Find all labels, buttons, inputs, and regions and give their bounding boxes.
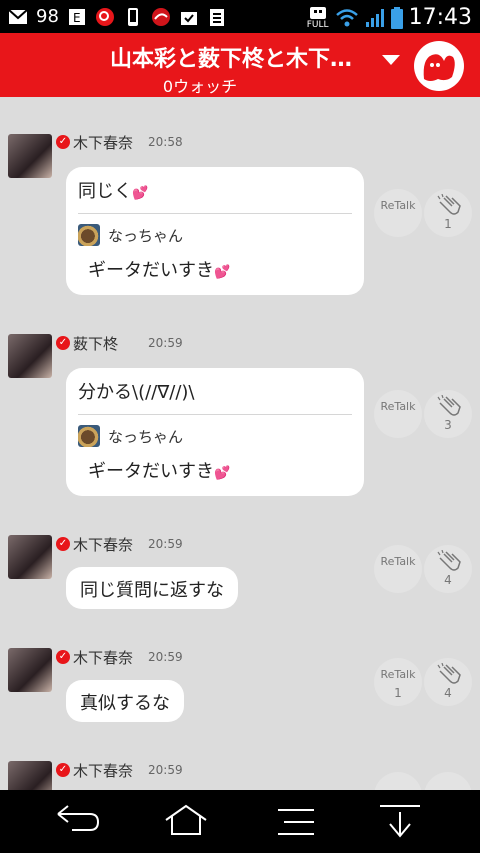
retalk-button[interactable]: ReTalk (374, 189, 422, 237)
avatar[interactable] (8, 648, 52, 692)
heart-emoji: 💕 (214, 265, 231, 280)
quote-text: ギータだいすき (88, 461, 214, 482)
chevron-down-icon[interactable] (381, 53, 401, 67)
network-label: FULL (306, 19, 329, 30)
avatar[interactable] (8, 761, 52, 790)
svg-text:E: E (73, 11, 81, 25)
status-bar: 98 E FULL 17:43 (0, 0, 480, 33)
heart-emoji: 💕 (214, 466, 231, 481)
quote-avatar (78, 425, 100, 447)
clap-hands-icon (437, 550, 461, 571)
verified-check-icon: ✓ (56, 336, 70, 350)
clipboard-icon (209, 8, 224, 26)
battery-percent-text: 98 (36, 6, 59, 27)
gmail-icon (8, 8, 28, 24)
quoted-message[interactable]: なっちゃん ギータだいすき💕 (78, 213, 352, 282)
quote-name: なっちゃん (108, 427, 184, 446)
battery-icon (390, 6, 403, 29)
chat-title[interactable]: 山本彩と薮下柊と木下… (110, 41, 370, 73)
message-time: 20:59 (148, 650, 183, 664)
avatar[interactable] (8, 134, 52, 178)
sender-name[interactable]: 木下春奈 (73, 647, 133, 668)
verified-check-icon: ✓ (56, 135, 70, 149)
retalk-button[interactable]: ReTalk 1 (374, 658, 422, 706)
retalk-label: ReTalk (380, 400, 416, 413)
retalk-button[interactable] (374, 772, 422, 790)
retalk-count: 1 (394, 686, 402, 700)
avatar[interactable] (8, 334, 52, 378)
message-text: 分かる\(//∇//)\ (78, 382, 195, 403)
message-bubble[interactable]: 分かる\(//∇//)\ なっちゃん ギータだいすき💕 (66, 368, 364, 496)
quote-name: なっちゃん (108, 226, 184, 245)
quoted-message[interactable]: なっちゃん ギータだいすき💕 (78, 414, 352, 483)
phone-icon (127, 7, 138, 26)
clap-button[interactable]: 3 (424, 390, 472, 438)
watch-count: 0ウォッチ (162, 77, 238, 96)
android-nav-bar (0, 790, 480, 853)
message-text: 真似するな (80, 693, 170, 714)
sim-full-indicator: FULL (307, 6, 329, 30)
chat-header: 山本彩と薮下柊と木下… 0ウォッチ (0, 33, 480, 97)
message-list[interactable]: ✓ 木下春奈 20:58 同じく💕 なっちゃん ギータだいすき💕 ReTalk … (0, 97, 480, 790)
home-icon[interactable] (160, 802, 212, 838)
task-check-icon (180, 11, 197, 25)
message-bubble[interactable]: 真似するな (66, 680, 184, 722)
header-avatar[interactable] (414, 41, 464, 91)
message-bubble[interactable]: 同じ質問に返すな (66, 567, 238, 609)
message-time: 20:59 (148, 537, 183, 551)
clap-hands-icon (437, 194, 461, 215)
sender-name[interactable]: 木下春奈 (73, 534, 133, 555)
avatar[interactable] (8, 535, 52, 579)
hide-keyboard-icon[interactable] (376, 802, 424, 838)
app-e-icon: E (68, 8, 85, 25)
message-bubble[interactable]: 同じく💕 なっちゃん ギータだいすき💕 (66, 167, 364, 295)
message-text: 同じ質問に返すな (80, 580, 224, 601)
clap-count: 1 (444, 217, 452, 231)
signal-icon (365, 8, 384, 27)
clap-hands-icon (437, 663, 461, 684)
clap-hands-icon (437, 395, 461, 416)
sim-icon (309, 6, 326, 19)
retalk-button[interactable]: ReTalk (374, 545, 422, 593)
verified-check-icon: ✓ (56, 650, 70, 664)
message-time: 20:59 (148, 763, 183, 777)
clock-text: 17:43 (408, 5, 472, 30)
sender-name[interactable]: 木下春奈 (73, 760, 133, 781)
verified-check-icon: ✓ (56, 537, 70, 551)
app-red-icon (151, 7, 170, 26)
clap-button[interactable]: 4 (424, 658, 472, 706)
verified-check-icon: ✓ (56, 763, 70, 777)
retalk-label: ReTalk (380, 199, 416, 212)
search-app-icon (95, 7, 114, 26)
message-time: 20:58 (148, 135, 183, 149)
message-time: 20:59 (148, 336, 183, 350)
retalk-label: ReTalk (380, 668, 416, 681)
quote-text: ギータだいすき (88, 260, 214, 281)
clap-button[interactable] (424, 772, 472, 790)
retalk-label: ReTalk (380, 555, 416, 568)
back-icon[interactable] (52, 802, 102, 838)
sender-name[interactable]: 薮下柊 (73, 333, 118, 354)
clap-count: 4 (444, 686, 452, 700)
menu-icon[interactable] (274, 802, 318, 838)
clap-button[interactable]: 1 (424, 189, 472, 237)
retalk-button[interactable]: ReTalk (374, 390, 422, 438)
clap-button[interactable]: 4 (424, 545, 472, 593)
clap-count: 4 (444, 573, 452, 587)
clap-count: 3 (444, 418, 452, 432)
heart-emoji: 💕 (132, 186, 149, 201)
ghost-mascot-icon (423, 54, 455, 81)
wifi-icon (335, 8, 358, 26)
quote-avatar (78, 224, 100, 246)
sender-name[interactable]: 木下春奈 (73, 132, 133, 153)
message-text: 同じく (78, 181, 132, 202)
